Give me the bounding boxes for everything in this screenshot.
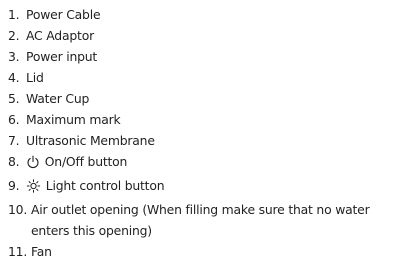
list-item: 5. Water Cup: [8, 88, 404, 109]
item-label: Light control button: [45, 178, 165, 193]
list-item: 1. Power Cable: [8, 4, 404, 25]
item-number: 2.: [8, 28, 20, 43]
item-number: 7.: [8, 133, 20, 148]
light-icon: [26, 178, 41, 199]
item-number: 8.: [8, 154, 20, 169]
list-item: 7. Ultrasonic Membrane: [8, 130, 404, 151]
item-label-line-2: enters this opening): [31, 223, 152, 238]
item-number: 9.: [8, 178, 20, 193]
list-item: 6. Maximum mark: [8, 109, 404, 130]
item-number: 6.: [8, 112, 20, 127]
list-item: 8. On/Off button: [8, 151, 404, 175]
list-item: 3. Power input: [8, 46, 404, 67]
item-number: 11.: [8, 244, 28, 259]
power-icon: [26, 154, 40, 175]
list-item: 4. Lid: [8, 67, 404, 88]
item-label: On/Off button: [44, 154, 128, 169]
item-label: Power input: [26, 49, 98, 64]
item-label: Maximum mark: [26, 112, 121, 127]
item-number: 1.: [8, 7, 20, 22]
item-label: Ultrasonic Membrane: [26, 133, 155, 148]
list-item: 10. Air outlet opening (When filling mak…: [8, 199, 404, 241]
item-label: Fan: [31, 244, 52, 259]
parts-list: 1. Power Cable 2. AC Adaptor 3. Power in…: [8, 4, 404, 262]
item-number: 4.: [8, 70, 20, 85]
list-item: 2. AC Adaptor: [8, 25, 404, 46]
item-label: Power Cable: [26, 7, 101, 22]
item-label: Water Cup: [26, 91, 90, 106]
item-label: AC Adaptor: [26, 28, 94, 43]
item-label: Lid: [26, 70, 44, 85]
list-item: 11. Fan: [8, 241, 404, 262]
item-number: 10.: [8, 202, 28, 217]
item-number: 5.: [8, 91, 20, 106]
list-item: 9. Light control button: [8, 175, 404, 199]
item-label-line-1: Air outlet opening (When filling make su…: [31, 202, 370, 217]
item-number: 3.: [8, 49, 20, 64]
